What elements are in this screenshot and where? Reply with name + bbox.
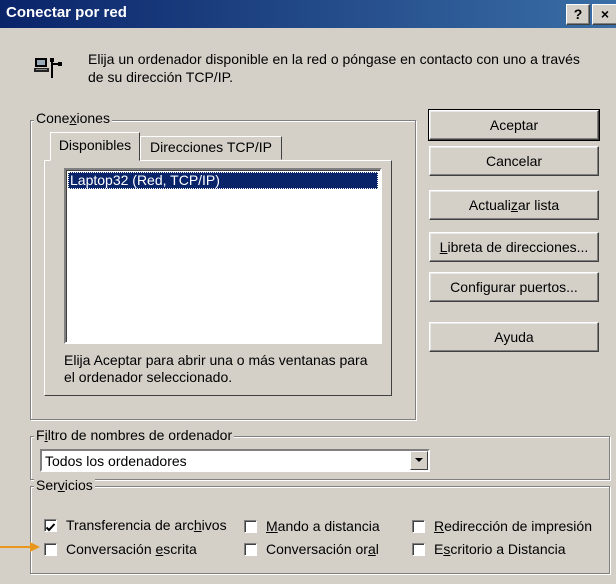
cancel-button[interactable]: Cancelar [429, 146, 599, 176]
computer-filter-select[interactable]: Todos los ordenadores [40, 449, 430, 472]
list-item[interactable]: Laptop32 (Red, TCP/IP) [68, 172, 378, 189]
configure-ports-button[interactable]: Configurar puertos... [429, 272, 599, 302]
computer-list[interactable]: Laptop32 (Red, TCP/IP) [64, 168, 382, 344]
connect-dialog: Conectar por red ? × Elija un ordenador … [0, 0, 616, 584]
dropdown-button[interactable] [410, 451, 428, 470]
window-title: Conectar por red [6, 4, 127, 21]
remote-control-label[interactable]: Mando a distancia [266, 518, 380, 534]
remote-desktop-checkbox[interactable] [412, 543, 425, 556]
address-book-button[interactable]: Libreta de direcciones... [429, 232, 599, 262]
print-redirect-checkbox[interactable] [412, 520, 425, 533]
voice-chat-label[interactable]: Conversación oral [266, 541, 379, 557]
accept-button[interactable]: Aceptar [428, 109, 600, 141]
help-dialog-button[interactable]: Ayuda [429, 322, 599, 352]
remote-desktop-label[interactable]: Escritorio a Distancia [434, 541, 566, 557]
refresh-list-button[interactable]: Actualizar lista [429, 190, 599, 220]
voice-chat-checkbox[interactable] [244, 543, 257, 556]
close-button[interactable]: × [592, 4, 616, 25]
chevron-down-icon [415, 458, 423, 462]
checkmark-icon [45, 523, 56, 532]
chat-label[interactable]: Conversación escrita [66, 541, 197, 557]
callout-arrow-icon [0, 542, 40, 552]
tab-disponibles[interactable]: Disponibles [50, 132, 140, 161]
print-redirect-label[interactable]: Redirección de impresión [434, 518, 592, 534]
file-transfer-checkbox[interactable] [44, 519, 57, 532]
remote-control-checkbox[interactable] [244, 520, 257, 533]
title-bar[interactable]: Conectar por red ? × [0, 0, 616, 28]
network-computer-icon [34, 58, 62, 78]
connections-group-label: Conexiones [34, 110, 112, 126]
filter-selected-value: Todos los ordenadores [45, 453, 187, 469]
services-group-label: Servicios [34, 477, 95, 493]
file-transfer-label[interactable]: Transferencia de archivos [66, 517, 227, 533]
connections-hint: Elija Aceptar para abrir una o más venta… [64, 352, 368, 385]
chat-checkbox[interactable] [44, 543, 57, 556]
filter-group-label: Filtro de nombres de ordenador [34, 427, 235, 443]
tab-tcp-ip[interactable]: Direcciones TCP/IP [140, 136, 282, 160]
intro-text: Elija un ordenador disponible en la red … [88, 51, 580, 85]
help-button[interactable]: ? [566, 4, 590, 25]
